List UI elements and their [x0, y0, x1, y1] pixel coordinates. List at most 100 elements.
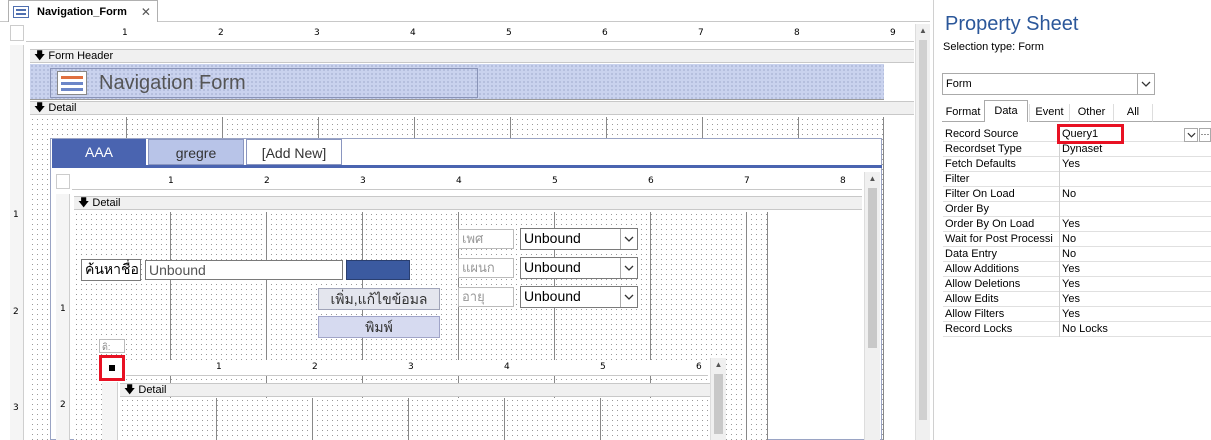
property-name: Record Source	[945, 128, 1019, 140]
property-row[interactable]: Allow Filters Yes	[943, 307, 1211, 322]
property-row[interactable]: Wait for Post Processi No	[943, 232, 1211, 247]
ruler-label: 5	[600, 362, 606, 372]
print-button[interactable]: พิมพ์	[318, 316, 440, 338]
left-ruler-marks: 1 2 3	[10, 45, 24, 440]
property-value[interactable]: Yes	[1059, 217, 1211, 232]
property-value[interactable]	[1059, 172, 1211, 187]
property-value[interactable]: Yes	[1059, 307, 1211, 322]
gender-combo[interactable]: Unbound	[520, 228, 638, 250]
search-button[interactable]	[346, 260, 410, 280]
property-value[interactable]: Dynaset	[1059, 142, 1211, 157]
property-value[interactable]	[1059, 202, 1211, 217]
property-name: Fetch Defaults	[945, 158, 1016, 170]
left-ruler-label: 3	[13, 403, 19, 413]
detail-section-bar[interactable]: 🡇 Detail	[30, 101, 914, 115]
property-value[interactable]: No Locks	[1059, 322, 1211, 337]
property-value[interactable]: No	[1059, 232, 1211, 247]
header-title-box[interactable]: Navigation Form	[50, 68, 478, 98]
property-name: Allow Edits	[945, 293, 999, 305]
property-name: Allow Deletions	[945, 278, 1021, 290]
ruler-label: 4	[410, 28, 416, 38]
property-row[interactable]: Allow Edits Yes	[943, 292, 1211, 307]
scroll-thumb[interactable]	[868, 188, 877, 348]
property-value[interactable]: Yes	[1059, 262, 1211, 277]
department-combo[interactable]: Unbound	[520, 257, 638, 279]
record-source-highlight	[1057, 124, 1124, 144]
scroll-up-icon[interactable]: ▲	[711, 358, 726, 372]
ruler-label: 2	[264, 176, 270, 186]
nav-tab-gregre[interactable]: gregre	[148, 139, 244, 165]
property-value[interactable]: Yes	[1059, 277, 1211, 292]
scroll-up-icon[interactable]: ▲	[865, 172, 880, 186]
document-tab-title: Navigation_Form	[37, 5, 127, 18]
property-tab-baseline	[1153, 121, 1211, 122]
property-row[interactable]: Fetch Defaults Yes	[943, 157, 1211, 172]
subform-ruler: 1 2 3 4 5 6 7 8	[72, 174, 862, 190]
nav-tab-add-new[interactable]: [Add New]	[246, 139, 342, 165]
selection-type-label: Selection type: Form	[943, 41, 1044, 53]
property-value[interactable]: No	[1059, 187, 1211, 202]
section-arrow-icon: 🡇	[34, 102, 46, 114]
inner-subform-scrollbar[interactable]: ▲	[710, 358, 726, 440]
property-row[interactable]: Allow Deletions Yes	[943, 277, 1211, 292]
ruler-label: 2	[312, 362, 318, 372]
property-value[interactable]: Yes	[1059, 292, 1211, 307]
property-tab-all[interactable]: All	[1113, 104, 1153, 122]
edit-data-button[interactable]: เพิ่ม,แก้ไขข้อมล	[318, 288, 440, 310]
document-tab[interactable]: Navigation_Form ✕	[8, 0, 158, 22]
form-title: Navigation Form	[99, 71, 246, 94]
form-header-section-bar[interactable]: 🡇 Form Header	[30, 49, 914, 63]
property-tab-event[interactable]: Event	[1029, 104, 1069, 122]
property-sheet-title: Property Sheet	[945, 13, 1079, 35]
object-selector-dropdown[interactable]: Form	[942, 73, 1155, 95]
close-icon[interactable]: ✕	[141, 5, 151, 19]
property-name: Data Entry	[945, 248, 997, 260]
department-combo-value: Unbound	[524, 259, 581, 275]
chevron-down-icon[interactable]	[620, 287, 637, 307]
form-icon	[13, 5, 29, 18]
record-source-dropdown[interactable]	[1184, 128, 1198, 142]
scroll-up-icon[interactable]: ▲	[916, 24, 930, 38]
inner-subform-label: ติ:	[99, 339, 125, 353]
age-combo[interactable]: Unbound	[520, 286, 638, 308]
search-textbox[interactable]: Unbound	[145, 260, 343, 280]
nav-tab-underline	[52, 165, 882, 168]
scroll-thumb[interactable]	[919, 40, 927, 420]
property-row[interactable]: Allow Additions Yes	[943, 262, 1211, 277]
inner-subform-detail-section-bar[interactable]: 🡇 Detail	[120, 383, 710, 397]
property-name: Order By	[945, 203, 990, 215]
nav-tab-aaa[interactable]: AAA	[52, 139, 146, 165]
property-value[interactable]: Yes	[1059, 157, 1211, 172]
property-value[interactable]: No	[1059, 247, 1211, 262]
main-scrollbar[interactable]: ▲	[915, 24, 930, 440]
property-row[interactable]: Order By On Load Yes	[943, 217, 1211, 232]
property-tab-other[interactable]: Other	[1069, 104, 1113, 122]
ruler-label: 1	[168, 176, 174, 186]
subform-scrollbar[interactable]: ▲	[864, 172, 880, 440]
form-selector[interactable]	[10, 25, 24, 41]
gender-combo-value: Unbound	[524, 230, 581, 246]
subform-left-ruler-label: 1	[60, 304, 66, 314]
chevron-down-icon	[1186, 132, 1196, 138]
builder-button[interactable]: ···	[1199, 128, 1211, 142]
inner-subform-selector[interactable]	[99, 355, 125, 381]
property-row[interactable]: Record Locks No Locks	[943, 322, 1211, 337]
chevron-down-icon[interactable]	[620, 258, 637, 278]
property-name: Record Locks	[945, 323, 1013, 335]
left-ruler-label: 2	[13, 307, 19, 317]
property-tab-format[interactable]: Format	[942, 104, 984, 122]
property-row[interactable]: Order By	[943, 202, 1211, 217]
property-row[interactable]: Filter	[943, 172, 1211, 187]
property-name: Wait for Post Processi	[945, 233, 1053, 245]
chevron-down-icon[interactable]	[1137, 74, 1154, 94]
section-arrow-icon: 🡇	[124, 384, 136, 396]
ruler-label: 9	[890, 28, 896, 38]
property-row[interactable]: Filter On Load No	[943, 187, 1211, 202]
subform-selector[interactable]	[56, 174, 70, 189]
scroll-thumb[interactable]	[714, 374, 723, 434]
property-row[interactable]: Data Entry No	[943, 247, 1211, 262]
chevron-down-icon[interactable]	[620, 229, 637, 249]
subform-detail-section-bar[interactable]: 🡇 Detail	[74, 196, 862, 210]
property-tab-data[interactable]: Data	[984, 100, 1028, 122]
property-row[interactable]: Recordset Type Dynaset	[943, 142, 1211, 157]
